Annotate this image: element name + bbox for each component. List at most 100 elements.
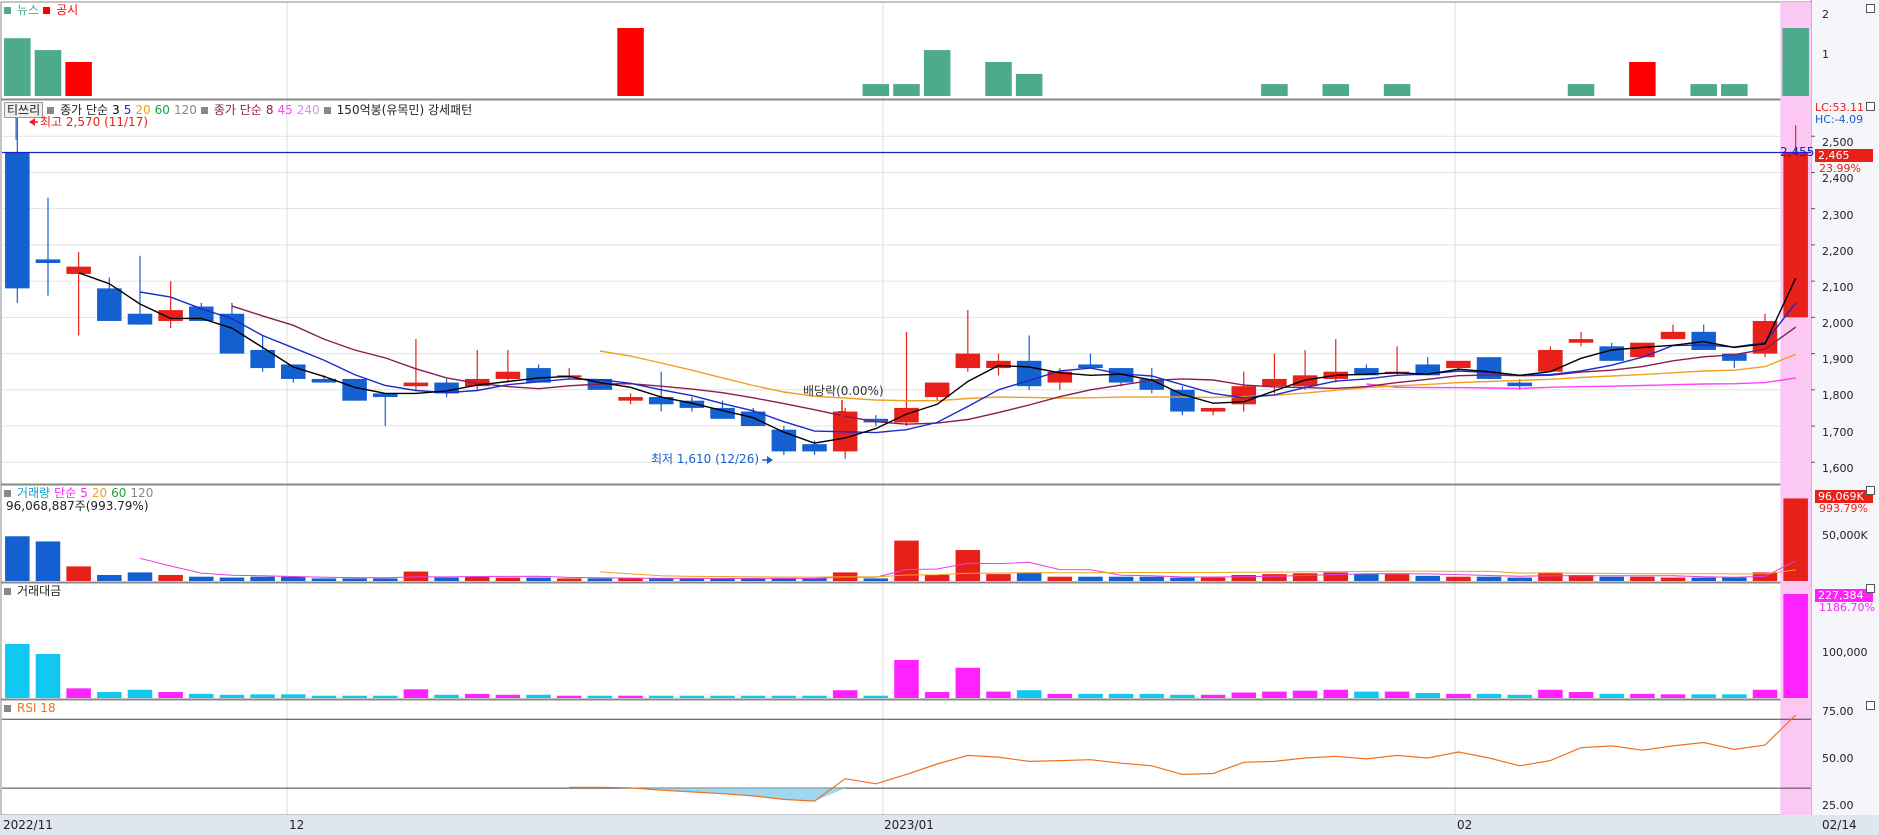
- candle-body: [495, 371, 521, 379]
- volume-bar: [219, 577, 245, 581]
- amount-bar: [1323, 689, 1349, 698]
- amount-bar: [986, 691, 1011, 698]
- volume-bar: [342, 578, 367, 581]
- volume-bar: [97, 574, 122, 581]
- amount-bar: [403, 689, 429, 698]
- volume-bar: [1507, 577, 1532, 581]
- volume-bar: [35, 541, 61, 581]
- amount-bar: [832, 690, 858, 698]
- amount-bar: [1660, 694, 1686, 698]
- news-bar: [1567, 84, 1595, 96]
- news-bars: [4, 28, 1809, 96]
- candle-body: [1507, 382, 1532, 387]
- volume-tick: 50,000K: [1822, 529, 1868, 542]
- volume-bar: [587, 578, 613, 581]
- volume-bar: [1047, 576, 1073, 581]
- amount-bar: [740, 695, 766, 698]
- volume-bar: [618, 578, 643, 581]
- candle-body: [955, 353, 981, 369]
- amount-bar: [66, 688, 91, 698]
- news-panel-toggle[interactable]: [1866, 4, 1875, 13]
- volume-bar: [1722, 577, 1747, 581]
- stock-name[interactable]: 티쓰리: [4, 102, 44, 118]
- volume-bar: [250, 576, 275, 581]
- amount-bars: [5, 593, 1808, 698]
- amount-bar: [1078, 693, 1103, 698]
- amount-bar: [1752, 689, 1778, 698]
- volume-square-icon: [4, 489, 11, 497]
- low-arrowhead: [767, 456, 773, 464]
- candle-body: [403, 382, 429, 387]
- amount-bar: [1354, 691, 1379, 698]
- amount-title: 거래대금: [17, 584, 62, 598]
- amount-panel-toggle[interactable]: [1866, 584, 1875, 593]
- ma2-square-icon: [200, 106, 208, 114]
- volume-bar: [526, 577, 551, 581]
- news-bar: [4, 38, 31, 96]
- rsi-title: RSI 18: [17, 701, 56, 715]
- price-panel-toggle[interactable]: [1866, 102, 1875, 111]
- candle-body: [1262, 378, 1287, 387]
- low-note: 최저 1,610 (12/26): [651, 452, 760, 466]
- volume-bar: [863, 578, 889, 581]
- rsi-panel-toggle[interactable]: [1866, 701, 1875, 710]
- volume-bar: [556, 578, 582, 581]
- volume-bar: [1292, 573, 1318, 581]
- volume-bar: [1262, 574, 1287, 581]
- rsi-square-icon: [4, 704, 11, 712]
- amount-bar: [1139, 693, 1165, 698]
- stock-chart[interactable]: [0, 0, 1879, 835]
- xaxis-label-nov: 2022/11: [3, 818, 53, 832]
- amount-bar: [556, 695, 582, 698]
- amount-bar: [924, 692, 950, 698]
- ma-period-45: 45: [277, 103, 293, 117]
- news-bar: [65, 62, 92, 96]
- news-bar: [985, 62, 1012, 96]
- amount-bar: [1476, 693, 1502, 698]
- volume-last-pct: 993.79%: [1819, 502, 1868, 515]
- volume-bar: [1354, 574, 1379, 581]
- amount-bar: [1415, 692, 1441, 698]
- candle-body: [924, 382, 950, 398]
- candle-body: [35, 259, 61, 264]
- amount-bar: [1200, 694, 1226, 698]
- news-bar: [1629, 62, 1656, 96]
- candlesticks: [5, 110, 1808, 459]
- amount-bar: [97, 692, 122, 698]
- amount-bar: [1599, 693, 1624, 698]
- ma-period-240: 240: [296, 103, 320, 117]
- amount-bar: [434, 694, 459, 698]
- disclosure-title: 공시: [56, 3, 79, 17]
- xaxis-bg: [0, 815, 1879, 835]
- volume-bar: [1384, 574, 1410, 581]
- candle-body: [1170, 389, 1195, 412]
- ma-square-icon: [47, 106, 55, 114]
- amount-bar: [189, 693, 214, 698]
- news-panel-header: 뉴스 공시: [4, 3, 78, 17]
- volume-bar: [955, 550, 981, 581]
- volume-panel-header: 거래량 단순 5 20 60 120: [4, 486, 153, 500]
- amount-bar: [955, 667, 981, 698]
- news-bar: [34, 50, 62, 96]
- amount-bar: [1231, 692, 1257, 698]
- amount-bar: [802, 695, 827, 698]
- volume-bar: [372, 578, 398, 581]
- amount-bar: [464, 693, 490, 698]
- candle-body: [1660, 331, 1686, 340]
- high-arrowhead: [29, 118, 35, 126]
- volume-bar: [1599, 576, 1624, 581]
- news-title: 뉴스: [17, 3, 40, 17]
- volume-bar: [1016, 572, 1042, 581]
- news-bar: [1721, 84, 1748, 96]
- volume-panel-toggle[interactable]: [1866, 486, 1875, 495]
- amount-bar: [1538, 689, 1563, 698]
- xaxis-label-dec: 12: [289, 818, 305, 832]
- amount-bar: [526, 694, 551, 698]
- amount-last-pct: 1186.70%: [1819, 601, 1875, 614]
- news-tick-1: 1: [1822, 48, 1829, 61]
- hline-value: 2,455: [1780, 145, 1815, 159]
- amount-panel-header: 거래대금: [4, 584, 61, 598]
- candle-body: [158, 310, 183, 321]
- panel-frame-rsi: [0, 699, 1812, 816]
- amount-bar: [1446, 693, 1471, 698]
